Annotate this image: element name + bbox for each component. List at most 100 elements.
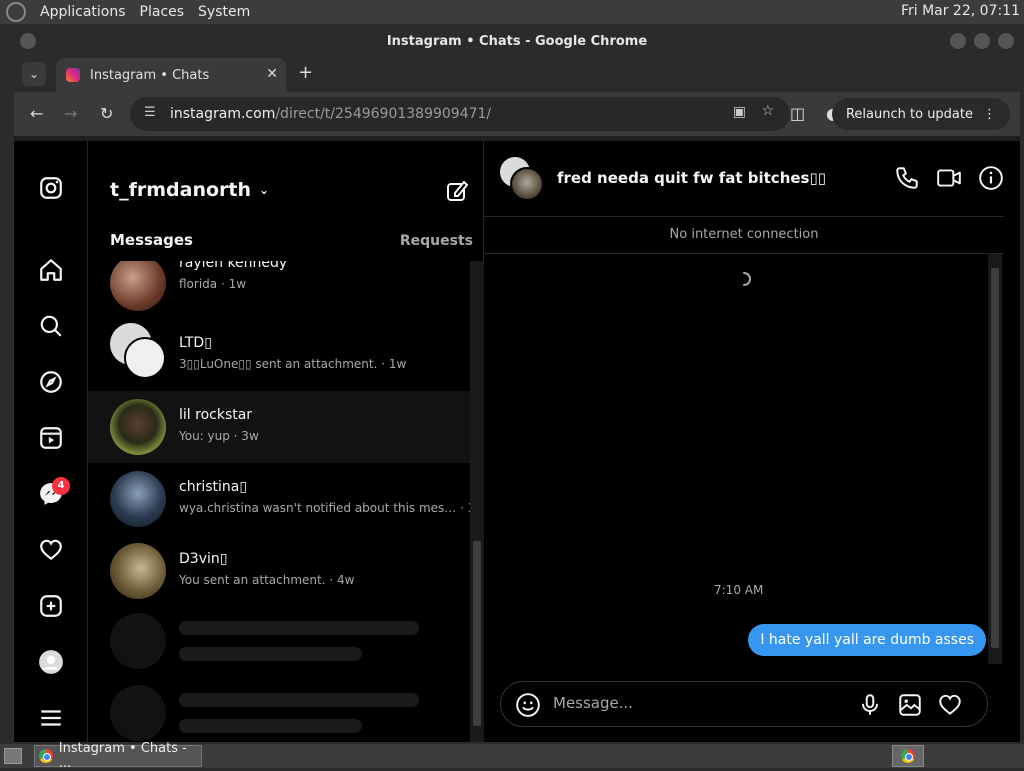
voice-message-mic-icon[interactable] bbox=[857, 692, 883, 718]
skeleton-avatar bbox=[110, 613, 166, 669]
thread-ltd[interactable]: LTD▯ 3▯▯LuOne▯▯ sent an attachment. · 1w bbox=[88, 319, 470, 391]
skeleton-avatar bbox=[110, 685, 166, 741]
avatar bbox=[110, 399, 166, 455]
close-tab-icon[interactable]: ✕ bbox=[266, 66, 278, 82]
tab-instagram-chats[interactable]: Instagram • Chats ✕ bbox=[56, 58, 286, 92]
video-call-icon[interactable] bbox=[936, 165, 962, 191]
reels-icon[interactable] bbox=[38, 425, 64, 451]
like-heart-icon[interactable] bbox=[937, 692, 963, 718]
connection-status: No internet connection bbox=[484, 218, 1004, 254]
clock[interactable]: Fri Mar 22, 07:11 bbox=[901, 3, 1020, 19]
url-path: /direct/t/25496901389909471/ bbox=[275, 106, 492, 122]
notifications-heart-icon[interactable] bbox=[38, 537, 64, 563]
skeleton-line bbox=[179, 621, 419, 635]
instagram-favicon-icon bbox=[66, 68, 80, 82]
more-menu-icon[interactable]: ⋮ bbox=[983, 107, 996, 122]
install-app-icon[interactable]: ▣ bbox=[733, 104, 746, 120]
inbox-panel: t_frmdanorth ⌄ Messages Requests raylen … bbox=[88, 141, 484, 742]
browser-toolbar: ← → ↻ ☰ instagram.com/direct/t/254969013… bbox=[14, 92, 1020, 136]
instagram-page: 4 t_frmdanorth ⌄ Messages Requests rayle… bbox=[14, 141, 1020, 742]
window-title: Instagram • Chats - Google Chrome bbox=[386, 33, 648, 49]
compose-message-icon[interactable] bbox=[445, 179, 469, 203]
chat-scrollbar[interactable] bbox=[988, 254, 1002, 664]
chrome-icon bbox=[39, 749, 53, 763]
group-avatar-front bbox=[124, 337, 166, 379]
profile-avatar-icon[interactable] bbox=[38, 649, 64, 675]
message-input[interactable] bbox=[553, 694, 853, 712]
explore-compass-icon[interactable] bbox=[38, 369, 64, 395]
thread-preview: You: yup · 3w bbox=[179, 429, 259, 443]
loading-spinner-icon bbox=[743, 272, 751, 286]
skeleton-line bbox=[179, 719, 362, 733]
chat-title[interactable]: fred needa quit fw fat bitches▯▯ bbox=[557, 169, 826, 187]
relaunch-to-update-button[interactable]: Relaunch to update ⋮ bbox=[831, 98, 1010, 130]
avatar bbox=[110, 543, 166, 599]
desktop-taskbar: Instagram • Chats - ... bbox=[0, 741, 1024, 771]
chat-actions bbox=[894, 165, 1004, 191]
tab-search-chevron-icon[interactable]: ⌄ bbox=[22, 62, 46, 86]
maximize-icon[interactable] bbox=[974, 33, 990, 49]
tab-strip: ⌄ Instagram • Chats ✕ + bbox=[14, 56, 1020, 92]
account-switcher[interactable]: t_frmdanorth ⌄ bbox=[110, 179, 269, 201]
audio-call-icon[interactable] bbox=[894, 165, 920, 191]
chrome-icon bbox=[901, 749, 915, 763]
menu-applications[interactable]: Applications bbox=[40, 4, 126, 20]
side-panel-icon[interactable]: ◫ bbox=[790, 104, 805, 123]
gnome-foot-icon[interactable] bbox=[6, 2, 26, 22]
thread-name: lil rockstar bbox=[179, 407, 253, 423]
window-menu-icon[interactable] bbox=[20, 33, 36, 49]
thread-christina[interactable]: christina▯ wya.christina wasn't notified… bbox=[88, 463, 470, 535]
thread-preview: 3▯▯LuOne▯▯ sent an attachment. · 1w bbox=[179, 357, 407, 371]
search-icon[interactable] bbox=[38, 313, 64, 339]
back-arrow-icon[interactable]: ← bbox=[30, 104, 43, 123]
tab-title: Instagram • Chats bbox=[90, 67, 210, 83]
messages-heading: Messages bbox=[110, 231, 193, 249]
instagram-logo-icon[interactable] bbox=[38, 175, 64, 201]
thread-d3vin[interactable]: D3vin▯ You sent an attachment. · 4w bbox=[88, 535, 470, 607]
message-timestamp: 7:10 AM bbox=[714, 583, 764, 597]
avatar bbox=[110, 471, 166, 527]
inbox-scrollbar-thumb[interactable] bbox=[473, 541, 481, 726]
chat-header: fred needa quit fw fat bitches▯▯ bbox=[484, 141, 1004, 217]
thread-preview: wya.christina wasn't notified about this… bbox=[179, 501, 470, 515]
site-info-icon[interactable]: ☰ bbox=[144, 105, 156, 120]
thread-raylen-kennedy[interactable]: raylen kennedy florida · 1w bbox=[88, 261, 470, 319]
taskbar-chrome-window[interactable]: Instagram • Chats - ... bbox=[34, 741, 202, 771]
unread-badge: 4 bbox=[52, 477, 70, 495]
inbox-scrollbar[interactable] bbox=[470, 261, 484, 742]
thread-lil-rockstar[interactable]: lil rockstar You: yup · 3w bbox=[88, 391, 470, 463]
window-titlebar[interactable]: Instagram • Chats - Google Chrome bbox=[14, 26, 1020, 56]
group-avatar-front[interactable] bbox=[510, 167, 544, 201]
skeleton-line bbox=[179, 647, 362, 661]
menu-system[interactable]: System bbox=[198, 4, 250, 20]
reload-icon[interactable]: ↻ bbox=[100, 104, 113, 123]
minimize-icon[interactable] bbox=[950, 33, 966, 49]
close-window-icon[interactable] bbox=[998, 33, 1014, 49]
address-bar[interactable]: ☰ instagram.com/direct/t/254969013899094… bbox=[130, 97, 790, 131]
account-username: t_frmdanorth bbox=[110, 179, 251, 201]
workspace-switcher[interactable] bbox=[892, 745, 924, 767]
show-desktop-icon[interactable] bbox=[4, 748, 22, 764]
thread-name: LTD▯ bbox=[179, 335, 212, 351]
chat-panel: fred needa quit fw fat bitches▯▯ No inte… bbox=[484, 141, 1020, 742]
conversation-info-icon[interactable] bbox=[978, 165, 1004, 191]
relaunch-label: Relaunch to update bbox=[845, 106, 973, 122]
message-composer bbox=[500, 681, 988, 727]
create-plus-icon[interactable] bbox=[38, 593, 64, 619]
chat-scrollbar-thumb[interactable] bbox=[991, 268, 999, 648]
requests-link[interactable]: Requests bbox=[400, 233, 473, 249]
add-photo-icon[interactable] bbox=[897, 692, 923, 718]
more-hamburger-icon[interactable] bbox=[38, 705, 64, 731]
forward-arrow-icon[interactable]: → bbox=[64, 104, 77, 123]
new-tab-plus-icon[interactable]: + bbox=[298, 62, 313, 83]
skeleton-line bbox=[179, 693, 419, 707]
home-icon[interactable] bbox=[38, 257, 64, 283]
chrome-window: Instagram • Chats - Google Chrome ⌄ Inst… bbox=[14, 26, 1020, 742]
avatar bbox=[110, 261, 166, 311]
desktop-top-panel: Applications Places System Fri Mar 22, 0… bbox=[0, 0, 1024, 24]
bookmark-star-icon[interactable]: ☆ bbox=[761, 103, 774, 119]
menu-places[interactable]: Places bbox=[140, 4, 185, 20]
emoji-picker-icon[interactable] bbox=[515, 692, 541, 718]
outgoing-message-bubble[interactable]: I hate yall yall are dumb asses bbox=[748, 624, 986, 656]
chevron-down-icon: ⌄ bbox=[259, 183, 270, 197]
